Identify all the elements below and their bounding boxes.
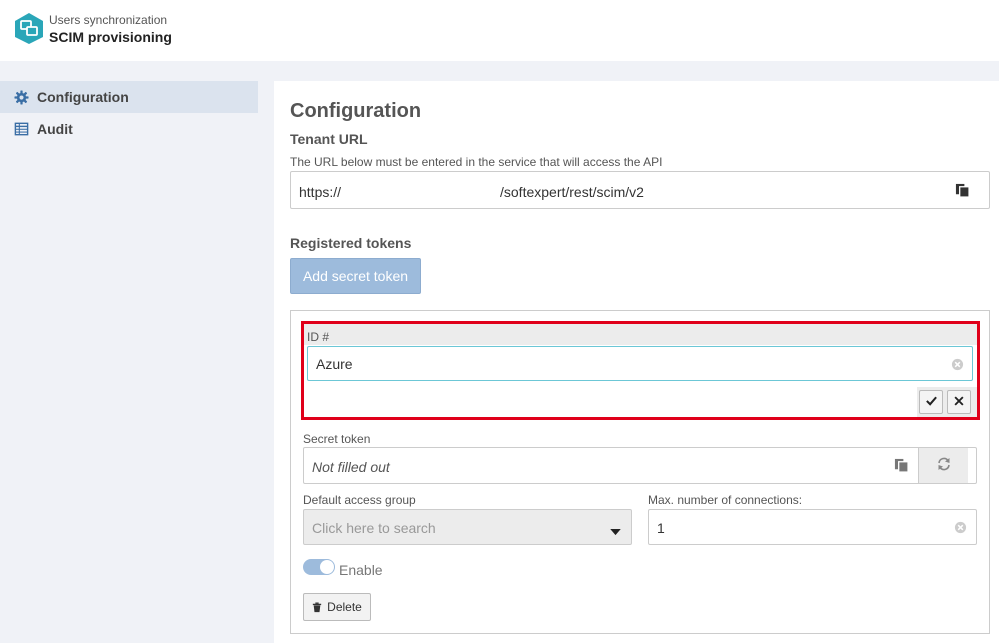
copy-icon[interactable] <box>894 458 909 476</box>
trash-icon <box>312 602 322 613</box>
editor-actions <box>917 387 977 417</box>
app-header: Users synchronization SCIM provisioning <box>0 0 999 61</box>
token-card: ID # Azure Secret token Not filled out D… <box>290 310 990 634</box>
gear-icon <box>13 89 29 105</box>
tenant-url-description: The URL below must be entered in the ser… <box>290 155 663 169</box>
access-group-placeholder: Click here to search <box>312 520 436 536</box>
token-id-value: Azure <box>316 356 353 372</box>
add-secret-token-button[interactable]: Add secret token <box>290 258 421 294</box>
max-connections-value: 1 <box>657 520 665 536</box>
main-panel: Configuration Tenant URL The URL below m… <box>274 81 999 643</box>
sidebar-item-audit[interactable]: Audit <box>0 113 258 145</box>
app-subtitle: Users synchronization <box>49 13 168 27</box>
delete-label: Delete <box>327 600 362 614</box>
caret-down-icon <box>610 524 621 539</box>
table-icon <box>13 121 29 137</box>
tenant-url-suffix: /softexpert/rest/scim/v2 <box>500 184 644 200</box>
sidebar-item-label: Audit <box>37 121 73 137</box>
id-label: ID # <box>307 330 330 344</box>
toggle-knob <box>320 560 334 574</box>
enable-label: Enable <box>339 562 383 578</box>
tenant-url-prefix: https:// <box>299 184 342 200</box>
scim-logo-icon <box>15 13 43 44</box>
refresh-icon <box>936 456 952 475</box>
sidebar-item-configuration[interactable]: Configuration <box>0 81 258 113</box>
tenant-url-heading: Tenant URL <box>290 131 368 147</box>
editor-header-bar <box>304 324 977 345</box>
sidebar-item-label: Configuration <box>37 89 129 105</box>
enable-toggle[interactable] <box>303 559 335 575</box>
close-icon <box>953 395 965 410</box>
secret-token-field[interactable]: Not filled out <box>303 447 977 484</box>
token-id-editor: ID # Azure <box>301 321 980 420</box>
regenerate-token-button[interactable] <box>918 448 968 483</box>
check-icon <box>925 394 938 410</box>
sidebar: Configuration Audit <box>0 81 258 145</box>
max-connections-input[interactable]: 1 <box>648 509 977 545</box>
cancel-button[interactable] <box>947 390 971 414</box>
clear-icon[interactable] <box>951 358 964 374</box>
registered-tokens-heading: Registered tokens <box>290 235 412 251</box>
token-id-input[interactable]: Azure <box>307 346 973 381</box>
secret-token-label: Secret token <box>303 432 371 446</box>
tenant-url-field[interactable]: https:// /softexpert/rest/scim/v2 <box>290 171 990 209</box>
access-group-label: Default access group <box>303 493 416 507</box>
clear-icon[interactable] <box>954 521 967 537</box>
app-title: SCIM provisioning <box>49 29 172 45</box>
secret-token-placeholder: Not filled out <box>312 459 390 475</box>
delete-button[interactable]: Delete <box>303 593 371 621</box>
max-connections-label: Max. number of connections: <box>648 493 803 507</box>
access-group-select[interactable]: Click here to search <box>303 509 632 545</box>
copy-icon[interactable] <box>955 183 970 201</box>
page-title: Configuration <box>290 100 422 122</box>
confirm-button[interactable] <box>919 390 943 414</box>
